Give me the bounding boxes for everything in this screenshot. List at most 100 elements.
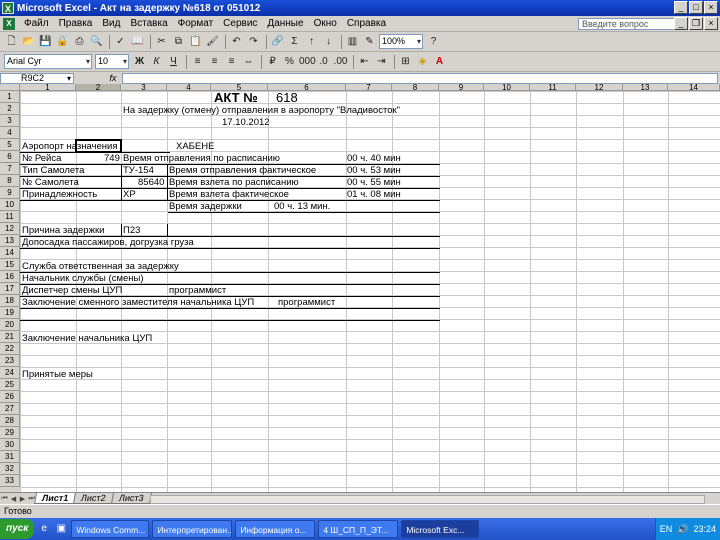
tab-sheet1[interactable]: Лист1 bbox=[34, 493, 77, 504]
row-header[interactable]: 32 bbox=[0, 463, 20, 475]
row-header[interactable]: 8 bbox=[0, 175, 20, 187]
align-center-icon[interactable]: ≡ bbox=[207, 54, 222, 69]
help-icon[interactable]: ? bbox=[426, 34, 441, 49]
quicklaunch-desktop-icon[interactable]: ▣ bbox=[54, 522, 68, 536]
undo-icon[interactable]: ↶ bbox=[229, 34, 244, 49]
autosum-icon[interactable]: Σ bbox=[287, 34, 302, 49]
increase-indent-icon[interactable]: ⇥ bbox=[374, 54, 389, 69]
hyperlink-icon[interactable]: 🔗 bbox=[270, 34, 285, 49]
task-info[interactable]: Информация о... bbox=[235, 520, 316, 538]
column-header[interactable]: 8 bbox=[392, 84, 439, 92]
percent-icon[interactable]: % bbox=[282, 54, 297, 69]
column-header[interactable]: 7 bbox=[346, 84, 392, 92]
borders-icon[interactable]: ⊞ bbox=[398, 54, 413, 69]
column-header[interactable]: 13 bbox=[623, 84, 668, 92]
doc-close-button[interactable]: × bbox=[704, 17, 718, 30]
menu-insert[interactable]: Вставка bbox=[125, 18, 172, 29]
format-painter-icon[interactable]: 🖌 bbox=[205, 34, 220, 49]
task-folder[interactable]: 4 Ш_СП_П_ЭТ... bbox=[318, 520, 399, 538]
row-header[interactable]: 10 bbox=[0, 199, 20, 211]
task-interpreter[interactable]: Интерпретирован... bbox=[152, 520, 233, 538]
language-indicator[interactable]: EN bbox=[660, 518, 673, 540]
thousands-icon[interactable]: 000 bbox=[299, 54, 316, 69]
decrease-decimal-icon[interactable]: .00 bbox=[333, 54, 348, 69]
font-select[interactable]: Arial Cyr bbox=[4, 54, 92, 69]
row-header[interactable]: 33 bbox=[0, 475, 20, 487]
row-header[interactable]: 7 bbox=[0, 163, 20, 175]
task-windows-comm[interactable]: Windows Comm... bbox=[71, 520, 150, 538]
preview-icon[interactable]: 🔍 bbox=[89, 34, 104, 49]
menu-tools[interactable]: Сервис bbox=[218, 18, 262, 29]
row-header[interactable]: 18 bbox=[0, 295, 20, 307]
font-color-icon[interactable]: A bbox=[432, 54, 447, 69]
research-icon[interactable]: 📖 bbox=[130, 34, 145, 49]
menu-window[interactable]: Окно bbox=[309, 18, 342, 29]
row-header[interactable]: 28 bbox=[0, 415, 20, 427]
active-cell[interactable] bbox=[75, 139, 122, 153]
column-header[interactable]: 4 bbox=[167, 84, 211, 92]
cut-icon[interactable]: ✂ bbox=[154, 34, 169, 49]
insert-function-icon[interactable]: fx bbox=[104, 73, 122, 83]
row-header[interactable]: 15 bbox=[0, 259, 20, 271]
column-header[interactable]: 14 bbox=[668, 84, 720, 92]
menu-help[interactable]: Справка bbox=[342, 18, 391, 29]
save-icon[interactable]: 💾 bbox=[38, 34, 53, 49]
menu-format[interactable]: Формат bbox=[173, 18, 219, 29]
column-header[interactable]: 11 bbox=[530, 84, 576, 92]
underline-icon[interactable]: Ч bbox=[166, 54, 181, 69]
menu-view[interactable]: Вид bbox=[97, 18, 125, 29]
new-icon[interactable]: 🗋 bbox=[4, 34, 19, 49]
name-box[interactable]: R9C2 bbox=[0, 72, 74, 84]
quicklaunch-ie-icon[interactable]: e bbox=[37, 522, 51, 536]
italic-icon[interactable]: К bbox=[149, 54, 164, 69]
row-header[interactable]: 2 bbox=[0, 103, 20, 115]
tab-sheet3[interactable]: Лист3 bbox=[110, 493, 152, 504]
font-size-select[interactable]: 10 bbox=[95, 54, 129, 69]
help-question-input[interactable]: Введите вопрос bbox=[578, 18, 686, 30]
row-header[interactable]: 5 bbox=[0, 139, 20, 151]
column-header[interactable]: 2 bbox=[76, 84, 121, 92]
row-header[interactable]: 6 bbox=[0, 151, 20, 163]
row-header[interactable]: 4 bbox=[0, 127, 20, 139]
increase-decimal-icon[interactable]: .0 bbox=[316, 54, 331, 69]
currency-icon[interactable]: ₽ bbox=[265, 54, 280, 69]
first-sheet-icon[interactable]: ⏮ bbox=[0, 495, 9, 503]
select-all-corner[interactable] bbox=[0, 84, 20, 91]
row-header[interactable]: 24 bbox=[0, 367, 20, 379]
align-left-icon[interactable]: ≡ bbox=[190, 54, 205, 69]
fill-color-icon[interactable]: ◈ bbox=[415, 54, 430, 69]
row-header[interactable]: 1 bbox=[0, 91, 20, 103]
bold-icon[interactable]: Ж bbox=[132, 54, 147, 69]
row-header[interactable]: 14 bbox=[0, 247, 20, 259]
formula-input[interactable] bbox=[122, 72, 718, 84]
row-header[interactable]: 25 bbox=[0, 379, 20, 391]
spelling-icon[interactable]: ✓ bbox=[113, 34, 128, 49]
row-header[interactable]: 23 bbox=[0, 355, 20, 367]
column-header[interactable]: 1 bbox=[20, 84, 76, 92]
column-header[interactable]: 12 bbox=[576, 84, 623, 92]
row-header[interactable]: 27 bbox=[0, 403, 20, 415]
menu-data[interactable]: Данные bbox=[262, 18, 308, 29]
open-icon[interactable]: 📂 bbox=[21, 34, 36, 49]
excel-doc-icon[interactable]: X bbox=[3, 17, 15, 30]
row-header[interactable]: 16 bbox=[0, 271, 20, 283]
print-icon[interactable]: ⎙ bbox=[72, 34, 87, 49]
column-header[interactable]: 10 bbox=[484, 84, 530, 92]
sort-asc-icon[interactable]: ↑ bbox=[304, 34, 319, 49]
permission-icon[interactable]: 🔒 bbox=[55, 34, 70, 49]
row-header[interactable]: 31 bbox=[0, 451, 20, 463]
row-header[interactable]: 3 bbox=[0, 115, 20, 127]
prev-sheet-icon[interactable]: ◀ bbox=[9, 495, 18, 503]
tray-volume-icon[interactable]: 🔊 bbox=[677, 518, 688, 540]
minimize-button[interactable]: _ bbox=[674, 1, 688, 14]
tab-sheet2[interactable]: Лист2 bbox=[73, 493, 114, 504]
row-header[interactable]: 9 bbox=[0, 187, 20, 199]
row-header[interactable]: 30 bbox=[0, 439, 20, 451]
task-excel[interactable]: Microsoft Exc... bbox=[401, 520, 480, 538]
align-right-icon[interactable]: ≡ bbox=[224, 54, 239, 69]
copy-icon[interactable]: ⧉ bbox=[171, 34, 186, 49]
row-header[interactable]: 29 bbox=[0, 427, 20, 439]
column-header[interactable]: 9 bbox=[439, 84, 484, 92]
menu-edit[interactable]: Правка bbox=[54, 18, 98, 29]
sort-desc-icon[interactable]: ↓ bbox=[321, 34, 336, 49]
